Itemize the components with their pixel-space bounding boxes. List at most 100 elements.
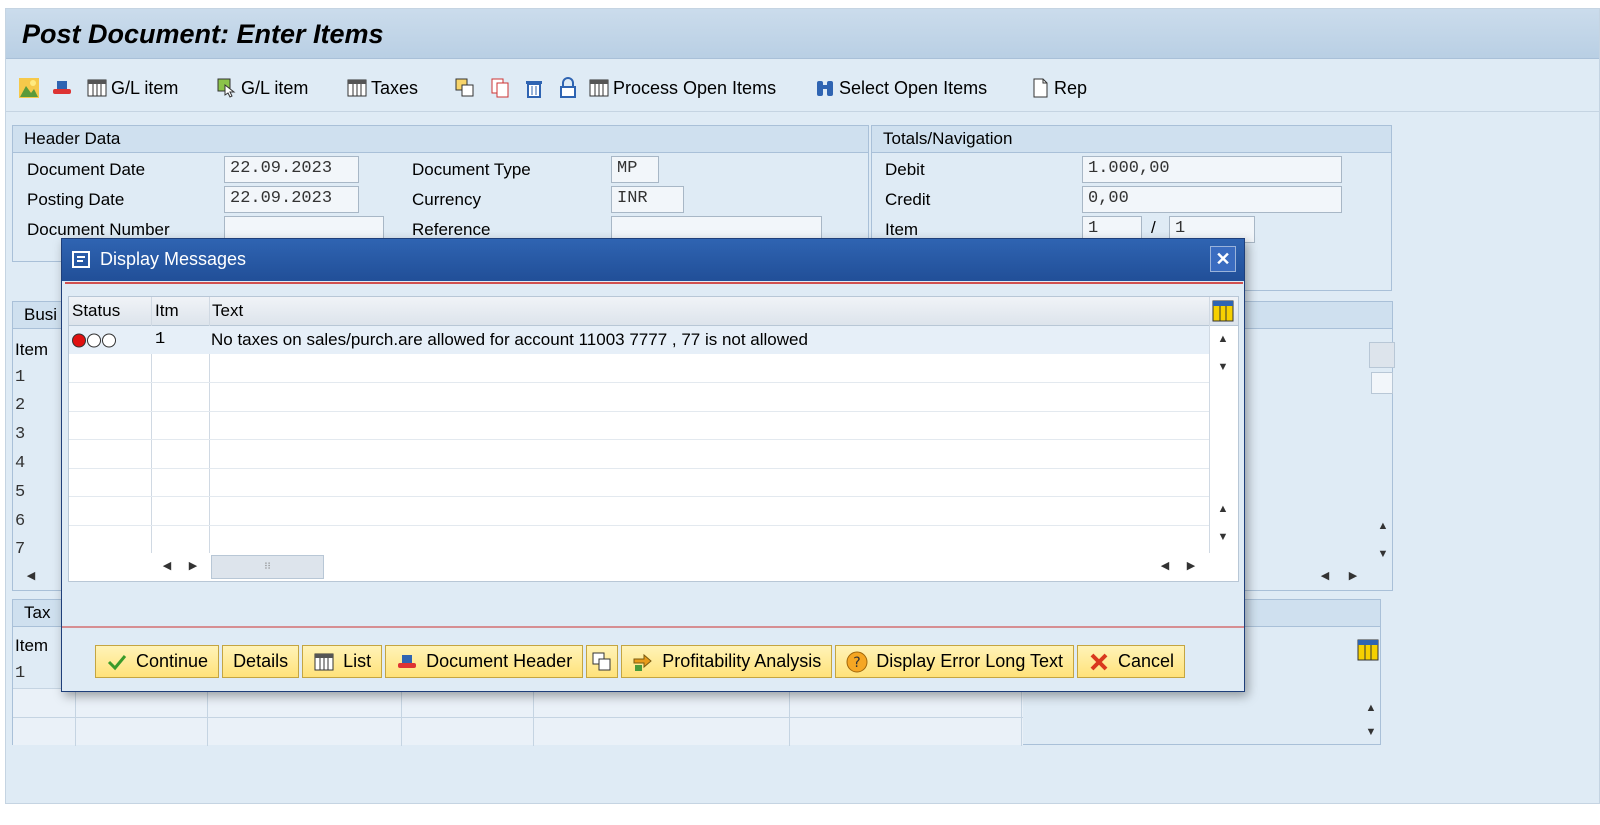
list-button[interactable]: List xyxy=(302,645,383,678)
close-icon[interactable]: ✕ xyxy=(1210,246,1236,272)
currency-label: Currency xyxy=(412,190,481,209)
details-label: Details xyxy=(233,651,289,671)
cancel-x-icon xyxy=(1088,651,1110,673)
taxes-button[interactable]: Taxes xyxy=(346,74,418,102)
scroll-up-icon[interactable]: ▲ xyxy=(1211,327,1235,351)
document-number-label: Document Number xyxy=(27,220,170,239)
copy-button[interactable] xyxy=(454,74,476,102)
taxes-label: Taxes xyxy=(371,77,419,98)
svg-text:?: ? xyxy=(854,655,861,671)
continue-button[interactable]: Continue xyxy=(95,645,220,678)
select-open-items-button[interactable]: Select Open Items xyxy=(814,74,987,102)
dialog-window-icon xyxy=(71,249,93,271)
items-row-4[interactable]: 4 xyxy=(15,454,25,473)
document-header-button[interactable]: Document Header xyxy=(385,645,584,678)
tree-on-button[interactable] xyxy=(18,74,40,102)
cancel-button[interactable]: Cancel xyxy=(1077,645,1186,678)
tax-col-item: Item xyxy=(15,636,49,655)
column-settings-icon[interactable] xyxy=(1212,300,1234,322)
document-date-label: Document Date xyxy=(27,160,146,179)
process-open-items-label: Process Open Items xyxy=(613,77,777,98)
lock-button[interactable] xyxy=(557,74,579,102)
debit-label: Debit xyxy=(885,160,925,179)
scroll-up-icon[interactable]: ▲ xyxy=(1211,497,1235,521)
items-row-3[interactable]: 3 xyxy=(15,425,25,444)
rep-button[interactable]: Rep xyxy=(1029,74,1087,102)
items-row-1[interactable]: 1 xyxy=(15,368,25,387)
document-type-label: Document Type xyxy=(412,160,531,179)
table-icon xyxy=(588,77,610,99)
scroll-right-icon[interactable]: ▶ xyxy=(1179,554,1203,578)
header-data-title: Header Data xyxy=(13,126,868,153)
column-settings-icon[interactable] xyxy=(1357,639,1379,661)
vertical-scroll-thumb[interactable] xyxy=(1369,342,1395,368)
hand-pointer-icon xyxy=(216,77,238,99)
profitability-analysis-button[interactable]: Profitability Analysis xyxy=(621,645,833,678)
message-area: Status Itm Text 1 No taxes on sales/purc… xyxy=(65,282,1243,626)
col-text[interactable]: Text xyxy=(212,301,243,321)
page-title: Post Document: Enter Items xyxy=(22,19,384,49)
scroll-left-icon[interactable]: ◀ xyxy=(155,554,179,578)
tax-row-1[interactable]: 1 xyxy=(15,664,25,683)
continue-label: Continue xyxy=(136,651,209,671)
copy-icon xyxy=(454,77,476,99)
trash-icon xyxy=(523,77,545,99)
scroll-down-icon[interactable]: ▼ xyxy=(1211,355,1235,379)
items-row-2[interactable]: 2 xyxy=(15,396,25,415)
gl-item-label: G/L item xyxy=(241,77,309,98)
copy-button[interactable] xyxy=(586,645,619,678)
items-row-6[interactable]: 6 xyxy=(15,512,25,531)
message-row[interactable]: 1 No taxes on sales/purch.are allowed fo… xyxy=(69,326,1209,354)
scroll-right-icon[interactable]: ▶ xyxy=(181,554,205,578)
message-itm: 1 xyxy=(155,330,166,349)
debit-field: 1.000,00 xyxy=(1082,156,1342,183)
scroll-left-icon[interactable]: ◀ xyxy=(1313,564,1337,588)
gl-item-button[interactable]: G/L item xyxy=(216,74,308,102)
item-separator: / xyxy=(1151,218,1156,237)
posting-date-field[interactable]: 22.09.2023 xyxy=(224,186,359,213)
dialog-title-bar: Display Messages ✕ xyxy=(62,239,1244,281)
vertical-scroll-track[interactable] xyxy=(1371,372,1393,394)
hat-icon xyxy=(396,651,418,673)
display-messages-dialog: Display Messages ✕ Status Itm Text 1 No … xyxy=(61,238,1245,692)
dialog-button-bar: Continue Details List Document Header Pr… xyxy=(95,645,1186,678)
message-text: No taxes on sales/purch.are allowed for … xyxy=(211,330,808,349)
scroll-down-icon[interactable]: ▼ xyxy=(1211,525,1235,549)
message-table: Status Itm Text 1 No taxes on sales/purc… xyxy=(68,296,1239,582)
process-open-items-button[interactable]: Process Open Items xyxy=(588,74,776,102)
currency-field[interactable]: INR xyxy=(611,186,684,213)
details-button[interactable]: Details xyxy=(222,645,300,678)
items-row-5[interactable]: 5 xyxy=(15,483,25,502)
document-date-field[interactable]: 22.09.2023 xyxy=(224,156,359,183)
application-toolbar: G/L item G/L item Taxes Process Open Ite… xyxy=(6,64,1599,112)
col-status[interactable]: Status xyxy=(72,301,120,321)
display-error-long-text-button[interactable]: ? Display Error Long Text xyxy=(835,645,1075,678)
document-type-field[interactable]: MP xyxy=(611,156,659,183)
reference-label: Reference xyxy=(412,220,491,239)
col-itm[interactable]: Itm xyxy=(155,301,179,321)
table-icon xyxy=(86,77,108,99)
cancel-label: Cancel xyxy=(1118,651,1175,671)
scroll-left-icon[interactable]: ◀ xyxy=(19,564,43,588)
scroll-down-icon[interactable]: ▼ xyxy=(1371,542,1395,566)
duplicate-button[interactable] xyxy=(489,74,511,102)
scroll-left-icon[interactable]: ◀ xyxy=(1153,554,1177,578)
tax-grid-area xyxy=(13,688,1023,746)
display-error-long-text-label: Display Error Long Text xyxy=(876,651,1064,671)
scroll-up-icon[interactable]: ▲ xyxy=(1371,514,1395,538)
totals-title: Totals/Navigation xyxy=(872,126,1391,153)
arrows-icon xyxy=(632,651,654,673)
copy-icon xyxy=(591,651,613,673)
items-row-7[interactable]: 7 xyxy=(15,540,25,559)
scroll-right-icon[interactable]: ▶ xyxy=(1341,564,1365,588)
duplicate-icon xyxy=(489,77,511,99)
horizontal-scroll-thumb[interactable]: ⁝⁝ xyxy=(211,555,324,579)
document-header-label: Document Header xyxy=(426,651,573,671)
hat-icon xyxy=(51,77,73,99)
scroll-down-icon[interactable]: ▼ xyxy=(1359,720,1383,744)
delete-button[interactable] xyxy=(523,74,545,102)
document-header-button[interactable] xyxy=(51,74,73,102)
lock-icon xyxy=(557,77,579,99)
scroll-up-icon[interactable]: ▲ xyxy=(1359,696,1383,720)
gl-item-fast-entry-button[interactable]: G/L item xyxy=(86,74,178,102)
